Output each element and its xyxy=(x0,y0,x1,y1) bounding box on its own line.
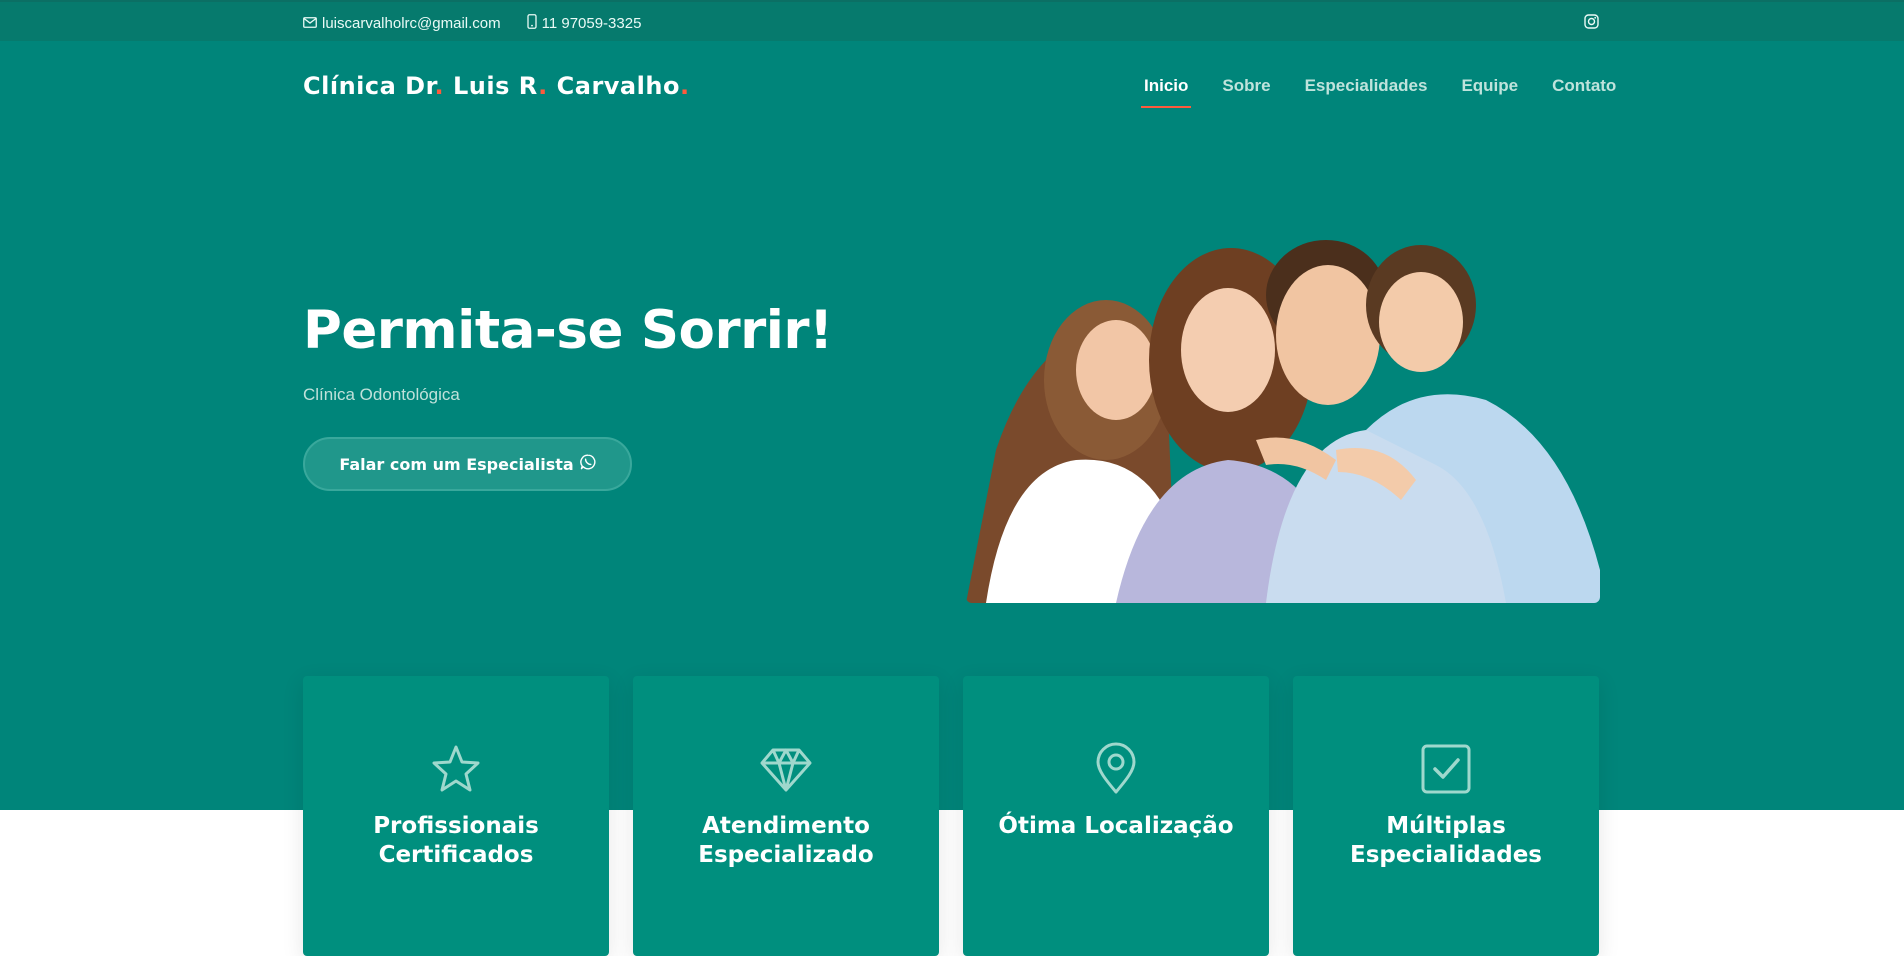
feature-card-specialized: Atendimento Especializado xyxy=(633,676,939,956)
nav-item-especialidades[interactable]: Especialidades xyxy=(1305,76,1428,108)
nav-item-contato[interactable]: Contato xyxy=(1552,76,1616,108)
logo-dot: . xyxy=(434,72,445,100)
phone-text: 11 97059-3325 xyxy=(541,15,642,32)
smiling-family-photo xyxy=(966,210,1600,603)
logo-part-clinic: Clínica Dr xyxy=(303,72,435,100)
instagram-icon[interactable] xyxy=(1584,14,1599,33)
contact-info: luiscarvalholrc@gmail.com 11 97059-3325 xyxy=(303,14,641,33)
hero-headline: Permita-se Sorrir! xyxy=(303,300,833,361)
email-text: luiscarvalholrc@gmail.com xyxy=(322,15,501,32)
feature-title: Atendimento Especializado xyxy=(698,813,874,868)
phone-contact[interactable]: 11 97059-3325 xyxy=(526,14,642,33)
cta-label: Falar com um Especialista xyxy=(339,454,574,474)
envelope-icon xyxy=(303,15,317,32)
mobile-phone-icon xyxy=(526,14,537,33)
nav-item-sobre[interactable]: Sobre xyxy=(1222,76,1270,108)
star-icon xyxy=(303,742,609,796)
logo-dot: . xyxy=(538,72,548,100)
diamond-icon xyxy=(633,742,939,796)
site-logo[interactable]: Clínica Dr. Luis R. Carvalho. xyxy=(303,72,690,100)
hero-section xyxy=(0,41,1904,810)
email-contact[interactable]: luiscarvalholrc@gmail.com xyxy=(303,15,501,32)
hero-subtitle: Clínica Odontológica xyxy=(303,385,460,404)
feature-title: Múltiplas Especialidades xyxy=(1349,813,1542,868)
logo-dot: . xyxy=(679,72,690,100)
feature-title: Ótima Localização xyxy=(998,813,1234,839)
nav-item-equipe[interactable]: Equipe xyxy=(1461,76,1518,108)
feature-title: Profissionais Certificados xyxy=(373,813,539,868)
feature-card-location: Ótima Localização xyxy=(963,676,1269,956)
whatsapp-icon xyxy=(579,454,596,474)
main-nav: Inicio Sobre Especialidades Equipe Conta… xyxy=(1140,76,1616,108)
family-illustration xyxy=(966,240,1600,603)
feature-card-specialties: Múltiplas Especialidades xyxy=(1293,676,1599,956)
top-contact-bar: luiscarvalholrc@gmail.com 11 97059-3325 xyxy=(0,0,1904,41)
feature-card-certified: Profissionais Certificados xyxy=(303,676,609,956)
talk-to-specialist-button[interactable]: Falar com um Especialista xyxy=(303,437,632,491)
map-pin-icon xyxy=(963,742,1269,796)
nav-item-inicio[interactable]: Inicio xyxy=(1140,76,1192,108)
checkbox-icon xyxy=(1293,742,1599,796)
logo-part-name: Luis R xyxy=(452,72,539,100)
logo-part-surname: Carvalho xyxy=(556,72,680,100)
